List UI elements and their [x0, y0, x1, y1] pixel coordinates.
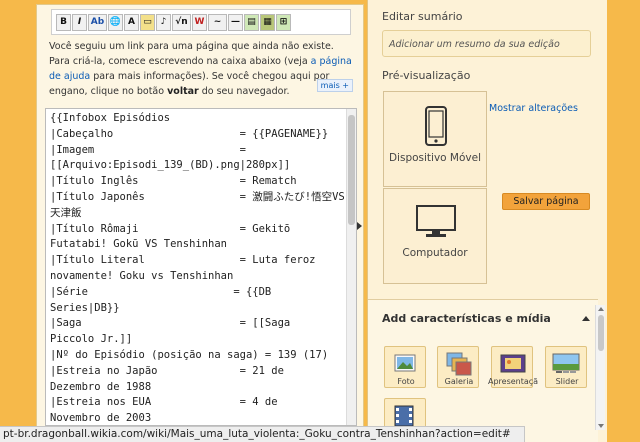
summary-label: Editar sumário — [382, 10, 463, 23]
editor-scrollbar-thumb[interactable] — [348, 115, 355, 225]
media-button[interactable]: ♪ — [156, 13, 171, 31]
sidebar-scrollbar-thumb[interactable] — [598, 315, 604, 351]
wikitext-editor[interactable]: {{Infobox Episódios |Cabeçalho = {{PAGEN… — [45, 108, 357, 426]
summary-input[interactable]: Adicionar um resumo da sua edição — [382, 30, 591, 57]
editor-scrollbar[interactable] — [346, 109, 356, 425]
external-link-button[interactable]: 🌐 — [108, 13, 123, 31]
browser-status-url: pt-br.dragonball.wikia.com/wiki/Mais_uma… — [0, 426, 525, 442]
features-header: Add características e mídia — [382, 312, 551, 325]
collapse-up-icon[interactable] — [582, 316, 590, 321]
editor-toolbar: B I Ab 🌐 A ▭ ♪ √n W ~ — ▤ ▦ ⊞ — [51, 9, 351, 35]
notice-text-3: do seu navegador. — [198, 86, 290, 97]
preview-mobile-button[interactable]: Dispositivo Móvel — [383, 91, 487, 187]
editor-content[interactable]: {{Infobox Episódios |Cabeçalho = {{PAGEN… — [46, 109, 356, 425]
mobile-label: Dispositivo Móvel — [388, 152, 482, 164]
preview-desktop-button[interactable]: Computador — [383, 188, 487, 284]
gallery-icon — [446, 352, 472, 376]
math-button[interactable]: √n — [172, 13, 191, 31]
add-slider-button[interactable]: Slider — [545, 346, 587, 388]
features-panel: Add características e mídia Foto Galeria — [368, 299, 598, 442]
new-page-notice: Você seguiu um link para uma página que … — [45, 39, 357, 103]
nowiki-button[interactable]: W — [192, 13, 207, 31]
notice-text: Você seguiu um link para uma página que … — [49, 41, 334, 67]
gallery-button[interactable]: ▦ — [260, 13, 275, 31]
internal-link-button[interactable]: Ab — [88, 13, 107, 31]
preview-label: Pré-visualização — [382, 69, 471, 82]
slider-icon — [552, 353, 580, 373]
horizontal-line-button[interactable]: — — [228, 13, 243, 31]
bold-button[interactable]: B — [56, 13, 71, 31]
video-icon — [394, 405, 414, 427]
slideshow-label: Apresentação — [488, 377, 538, 386]
image-button[interactable]: ▭ — [140, 13, 155, 31]
desktop-label: Computador — [402, 247, 468, 259]
gallery-label: Galeria — [444, 377, 474, 386]
save-page-button[interactable]: Salvar página — [502, 193, 590, 210]
collapse-arrow-icon[interactable] — [357, 222, 362, 230]
italic-button[interactable]: I — [72, 13, 87, 31]
signature-button[interactable]: ~ — [208, 13, 227, 31]
table-button[interactable]: ⊞ — [276, 13, 291, 31]
show-changes-link[interactable]: Mostrar alterações — [489, 103, 578, 114]
mobile-device-icon — [425, 106, 447, 146]
scroll-down-icon[interactable] — [598, 424, 604, 428]
scroll-up-icon[interactable] — [598, 307, 604, 311]
add-photo-button[interactable]: Foto — [384, 346, 426, 388]
heading-button[interactable]: A — [124, 13, 139, 31]
desktop-monitor-icon — [416, 205, 456, 237]
photo-label: Foto — [397, 377, 415, 386]
slider-label: Slider — [555, 377, 579, 386]
template-button[interactable]: ▤ — [244, 13, 259, 31]
editor-column: B I Ab 🌐 A ▭ ♪ √n W ~ — ▤ ▦ ⊞ Você segui… — [36, 4, 364, 429]
slideshow-icon — [500, 354, 526, 373]
add-gallery-button[interactable]: Galeria — [437, 346, 479, 388]
add-slideshow-button[interactable]: Apresentação — [488, 346, 538, 388]
photo-icon — [394, 354, 416, 372]
more-button[interactable]: mais + — [316, 79, 353, 92]
edit-sidebar: Editar sumário Adicionar um resumo da su… — [367, 0, 607, 442]
sidebar-scrollbar[interactable] — [595, 305, 605, 430]
back-word: voltar — [167, 86, 199, 97]
